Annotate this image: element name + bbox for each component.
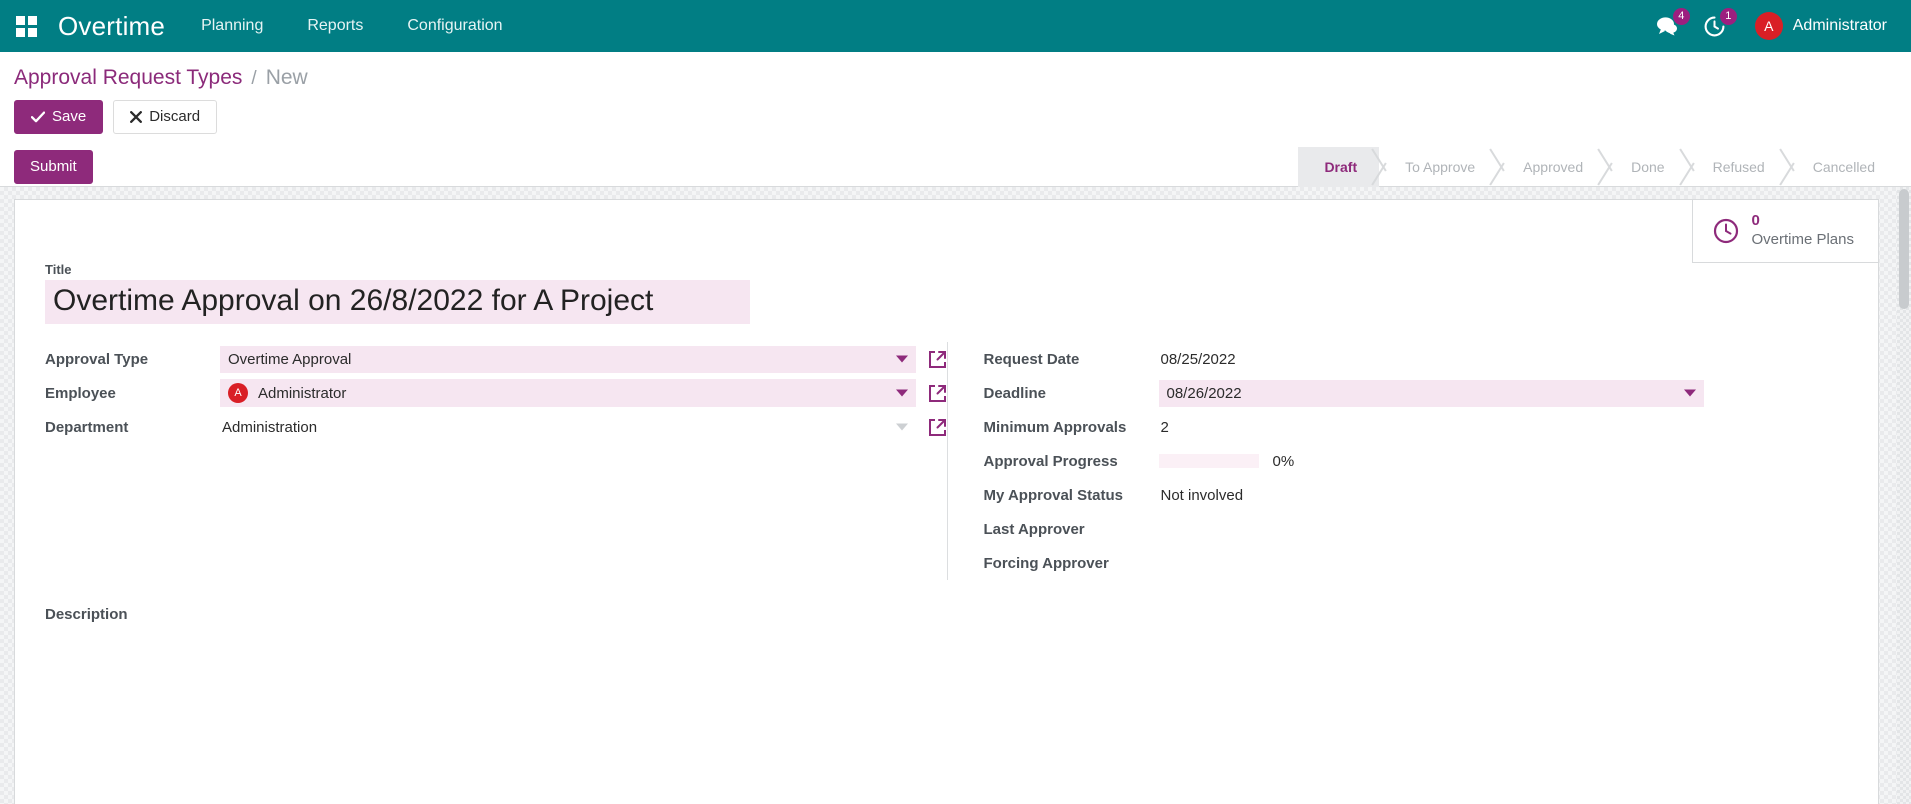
discard-button-label: Discard [149,108,201,125]
app-brand-overtime[interactable]: Overtime [52,11,179,42]
smart-button-box: 0 Overtime Plans [1692,200,1878,263]
status-step-cancelled[interactable]: Cancelled [1787,147,1897,187]
form-columns: Approval Type Overtime Approval Employee… [15,342,1878,580]
external-link-icon [928,350,946,368]
close-x-icon [130,111,143,123]
department-value[interactable]: Administration [220,414,319,441]
breadcrumb-current: New [265,66,308,89]
employee-label: Employee [45,384,116,402]
smart-button-value: 0 [1751,212,1760,229]
field-row-minimum-approvals: Minimum Approvals 2 [984,410,1879,444]
vertical-scrollbar[interactable] [1897,187,1911,804]
field-row-approval-type: Approval Type [45,342,947,376]
clock-icon [1714,218,1739,243]
approval-type-external-link-button[interactable] [928,350,947,369]
employee-input[interactable]: A Administrator [220,379,916,407]
avatar: A [1754,12,1783,40]
smart-button-overtime-plans[interactable]: 0 Overtime Plans [1693,200,1878,262]
my-approval-status-value: Not involved [1160,486,1244,504]
progress-track [1158,454,1259,468]
navbar-right-group: 4 1 A Administrator [1656,7,1893,40]
department-label: Department [45,418,129,436]
external-link-icon [928,384,946,402]
title-field-group: Title [15,262,1878,324]
description-group: Description [15,580,1878,633]
status-step-to-approve[interactable]: To Approve [1379,147,1497,187]
approval-progress-label: Approval Progress [983,452,1118,470]
apps-grid-icon [15,15,37,37]
approval-type-label: Approval Type [45,350,149,368]
form-column-right: Request Date 08/25/2022 Deadline 08/26/2… [946,342,1879,580]
top-navbar: Overtime Planning Reports Configuration … [0,0,1911,52]
approval-type-input[interactable] [220,345,916,373]
status-step-approved[interactable]: Approved [1497,147,1605,187]
description-value[interactable] [45,623,1878,633]
apps-menu-button[interactable] [0,0,52,52]
request-date-label: Request Date [983,350,1080,368]
status-step-refused[interactable]: Refused [1687,147,1787,187]
minimum-approvals-label: Minimum Approvals [983,418,1127,436]
messages-count-badge: 4 [1672,8,1690,25]
title-label: Title [45,262,72,277]
chevron-down-icon[interactable] [895,389,908,397]
status-step-done[interactable]: Done [1605,147,1686,187]
save-button-label: Save [52,108,87,125]
field-row-forcing-approver: Forcing Approver [984,546,1879,580]
breadcrumb-separator: / [251,68,257,89]
user-menu-button[interactable]: A Administrator [1754,12,1887,40]
deadline-label: Deadline [983,384,1047,402]
employee-external-link-button[interactable] [928,384,947,403]
employee-avatar: A [228,383,248,403]
smart-button-label: Overtime Plans [1751,230,1854,248]
deadline-input[interactable] [1158,379,1704,407]
discard-button[interactable]: Discard [113,100,218,134]
field-row-last-approver: Last Approver [984,512,1879,546]
forcing-approver-label: Forcing Approver [983,554,1109,572]
form-column-left: Approval Type Overtime Approval Employee… [15,342,947,580]
request-date-value: 08/25/2022 [1160,350,1236,368]
status-step-draft[interactable]: Draft [1298,146,1380,187]
field-row-request-date: Request Date 08/25/2022 [984,342,1879,376]
user-name-label: Administrator [1792,17,1887,34]
employee-value: Administrator [258,384,347,402]
field-row-approval-progress: Approval Progress 0% [984,444,1879,478]
field-row-deadline: Deadline [984,376,1879,410]
last-approver-label: Last Approver [983,520,1085,538]
field-row-my-approval-status: My Approval Status Not involved [984,478,1879,512]
nav-menu-planning[interactable]: Planning [179,0,285,52]
department-external-link-button[interactable] [928,418,947,437]
submit-button[interactable]: Submit [14,149,93,184]
chevron-down-icon[interactable] [895,423,908,431]
minimum-approvals-value: 2 [1160,418,1169,436]
description-label: Description [45,606,128,623]
form-body: Title Approval Type [15,200,1878,633]
vertical-scrollbar-thumb[interactable] [1899,189,1909,309]
field-row-employee: Employee A Administrator [45,376,947,410]
save-button[interactable]: Save [14,100,104,134]
forcing-approver-value[interactable] [1159,558,1163,568]
status-steps: Draft To Approve Approved Done Refused C… [1298,146,1911,187]
activities-button[interactable]: 1 [1704,7,1737,37]
approval-progress-value: 0% [1272,452,1295,470]
chevron-down-icon[interactable] [895,355,908,363]
breadcrumb: Approval Request Types / New [0,52,1911,90]
content-area: 0 Overtime Plans Title Approval Type [0,187,1911,804]
check-icon [31,111,45,123]
chevron-down-icon[interactable] [1683,389,1696,397]
field-row-department: Department Administration [45,410,947,444]
nav-menu-reports[interactable]: Reports [285,0,385,52]
form-sheet: 0 Overtime Plans Title Approval Type [14,199,1879,804]
nav-menu-configuration[interactable]: Configuration [385,0,524,52]
messages-button[interactable]: 4 [1656,8,1690,36]
record-action-bar: Save Discard [0,90,1911,134]
external-link-icon [928,418,946,436]
title-input[interactable] [45,280,750,324]
last-approver-value[interactable] [1159,524,1163,534]
my-approval-status-label: My Approval Status [983,486,1123,504]
statusbar: Submit Draft To Approve Approved Done Re… [0,146,1911,187]
activities-count-badge: 1 [1719,7,1737,25]
approval-progress-bar: 0% [1158,452,1295,470]
breadcrumb-parent-link[interactable]: Approval Request Types [14,66,242,90]
